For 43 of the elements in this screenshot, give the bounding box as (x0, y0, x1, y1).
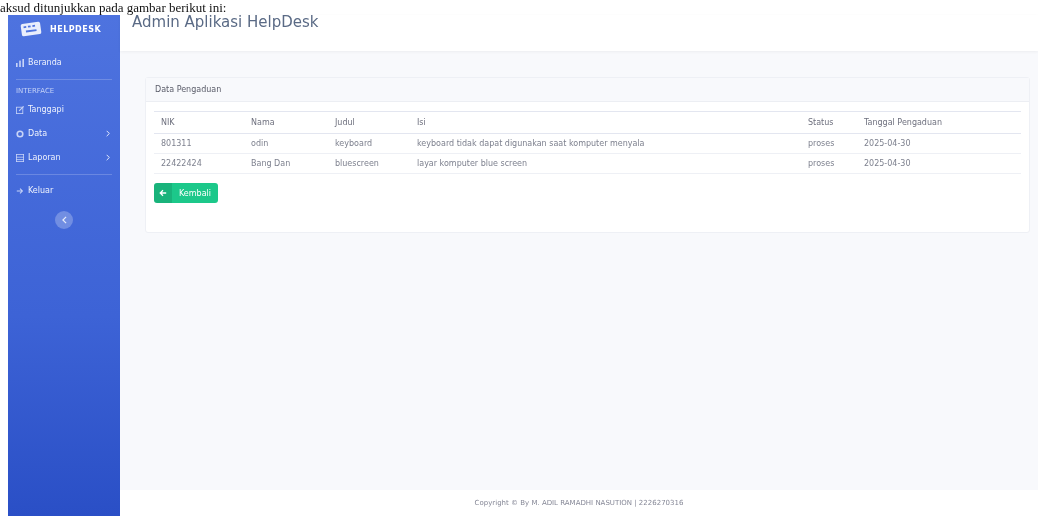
arrow-left-icon (159, 189, 167, 197)
page-title: Admin Aplikasi HelpDesk (132, 13, 319, 31)
table-cell: 801311 (154, 133, 244, 154)
brand-name: HELPDESK (50, 24, 102, 34)
chevron-left-icon (61, 216, 67, 224)
table-cell: Bang Dan (244, 153, 328, 174)
sidebar-toggle-button[interactable] (55, 211, 73, 229)
sidebar-label: Data (28, 129, 49, 138)
chevron-icon (106, 130, 110, 137)
sidebar-item[interactable]: Laporan (8, 146, 120, 170)
table-cell: bluescreen (328, 153, 410, 174)
caption-text: aksud ditunjukkan pada gambar berikut ini: (0, 0, 227, 15)
table-cell: keyboard tidak dapat digunakan saat komputer menyala (410, 133, 801, 154)
exit-icon (16, 186, 24, 195)
sidebar-item[interactable]: Data (8, 122, 120, 146)
sidebar-item[interactable]: Beranda (8, 51, 120, 75)
sidebar-item[interactable]: Keluar (8, 179, 120, 203)
table-cell: odin (244, 133, 328, 154)
column-header: Status (801, 111, 857, 134)
edit-icon (16, 105, 24, 114)
card-title: Data Pengaduan (155, 85, 222, 94)
sidebar-label: Keluar (28, 186, 55, 195)
table-cell: 22422424 (154, 153, 244, 174)
chevron-icon (106, 154, 110, 161)
column-header: Judul (328, 111, 410, 134)
sidebar-item[interactable]: Tanggapi (8, 98, 120, 122)
sidebar-label: Laporan (28, 153, 62, 162)
column-header: Isi (410, 111, 801, 134)
column-header: NIK (154, 111, 244, 134)
sidebar-label: Beranda (28, 58, 63, 67)
table-cell: keyboard (328, 133, 410, 154)
sidebar-label: Tanggapi (28, 105, 65, 114)
column-header: Nama (244, 111, 328, 134)
table-icon (16, 153, 24, 162)
keyboard-icon (20, 21, 42, 37)
table-cell: 2025-04-30 (857, 153, 1021, 174)
table-cell: 2025-04-30 (857, 133, 1021, 154)
table-cell: proses (801, 153, 857, 174)
column-header: Tanggal Pengaduan (857, 111, 1021, 134)
table-cell: layar komputer blue screen (410, 153, 801, 174)
table-cell: proses (801, 133, 857, 154)
dashboard-icon (16, 58, 24, 67)
settings-icon (16, 129, 24, 138)
